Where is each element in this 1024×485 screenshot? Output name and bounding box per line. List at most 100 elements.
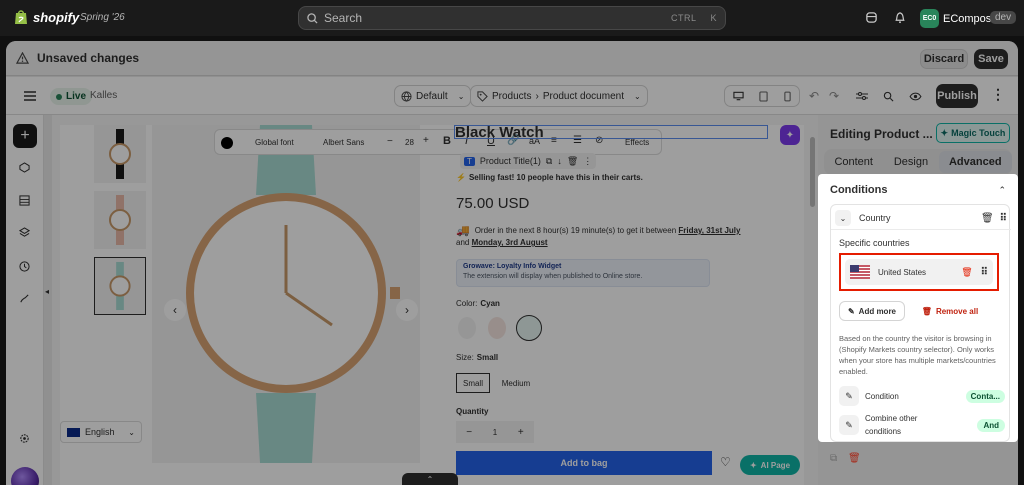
- magic-touch-label: Magic Touch: [951, 128, 1006, 138]
- chevron-up-icon[interactable]: ⌃: [998, 185, 1006, 196]
- chevron-down-icon: ⌄: [457, 91, 465, 101]
- inspect-icon[interactable]: [883, 91, 894, 102]
- history-icon[interactable]: [19, 261, 30, 272]
- footer-copy-icon[interactable]: ⧉: [830, 453, 837, 464]
- uk-flag-icon: [67, 427, 80, 437]
- redo-icon[interactable]: ↷: [829, 89, 839, 103]
- sliders-icon[interactable]: [855, 91, 868, 101]
- swatch-pink[interactable]: [488, 317, 506, 339]
- trash-icon[interactable]: 🗑: [981, 213, 994, 224]
- move-down-icon[interactable]: ↓: [557, 156, 562, 166]
- add-element-button[interactable]: +: [13, 124, 37, 148]
- tablet-icon[interactable]: [759, 90, 769, 102]
- page-breadcrumb-dropdown[interactable]: Products › Product document ⌄: [470, 85, 648, 107]
- wishlist-heart-icon[interactable]: ♡: [720, 455, 731, 469]
- global-font-selector[interactable]: Global font: [255, 138, 294, 147]
- font-size-value[interactable]: 28: [405, 138, 414, 147]
- text-color-swatch[interactable]: [221, 137, 233, 149]
- element-label[interactable]: Product Title(1): [480, 156, 541, 166]
- eye-icon[interactable]: [909, 92, 922, 101]
- plus-icon[interactable]: +: [518, 427, 524, 438]
- condition-badge[interactable]: Conta...: [965, 389, 1005, 403]
- next-image-button[interactable]: ›: [396, 299, 418, 321]
- shopify-logo[interactable]: shopify: [14, 9, 79, 25]
- prev-image-button[interactable]: ‹: [164, 299, 186, 321]
- combine-conditions-row[interactable]: ✎ Combine other conditions And: [839, 411, 1005, 439]
- thumbnail-cyan-watch[interactable]: [94, 257, 146, 315]
- country-condition-header[interactable]: ⌄ Country 🗑 ⠿: [835, 208, 1007, 228]
- layout-icon[interactable]: [19, 195, 30, 206]
- loyalty-subtitle: The extension will display when publishe…: [463, 273, 643, 280]
- footer-delete-icon[interactable]: 🗑: [848, 453, 861, 464]
- main-product-image[interactable]: [152, 125, 420, 463]
- brush-icon[interactable]: [19, 293, 30, 304]
- expand-bottom-panel[interactable]: ⌃: [402, 473, 458, 485]
- thumbnail-pink-watch[interactable]: [94, 191, 146, 249]
- remove-all-button[interactable]: 🗑 Remove all: [917, 301, 983, 321]
- product-title-element[interactable]: Black Watch: [454, 125, 768, 139]
- us-flag-icon: [850, 265, 870, 279]
- globe-icon: [401, 90, 412, 102]
- product-title[interactable]: Black Watch: [455, 126, 544, 138]
- bold-icon[interactable]: B: [443, 135, 451, 147]
- font-family-selector[interactable]: Albert Sans: [323, 138, 364, 147]
- ai-edit-button[interactable]: ✦: [780, 125, 800, 145]
- tab-advanced[interactable]: Advanced: [938, 151, 1012, 173]
- swatch-black[interactable]: [458, 317, 476, 339]
- quantity-stepper[interactable]: − 1 +: [456, 421, 534, 443]
- trash-icon[interactable]: 🗑: [567, 156, 578, 167]
- search-input[interactable]: Search CTRL K: [298, 6, 726, 30]
- save-button[interactable]: Save: [974, 49, 1008, 69]
- sections-icon[interactable]: [19, 162, 30, 173]
- left-sidebar: +: [6, 115, 44, 485]
- default-dropdown[interactable]: Default ⌄: [394, 85, 472, 107]
- thumbnail-black-watch[interactable]: [94, 125, 146, 183]
- duplicate-icon[interactable]: ⧉: [546, 156, 552, 167]
- magic-touch-button[interactable]: ✦ Magic Touch: [936, 123, 1010, 143]
- undo-icon[interactable]: ↶: [809, 89, 819, 103]
- tab-design[interactable]: Design: [884, 151, 938, 173]
- live-badge: Live: [50, 88, 93, 105]
- add-to-bag-button[interactable]: Add to bag: [456, 451, 712, 475]
- canvas-scrollbar[interactable]: [810, 137, 815, 207]
- combine-badge[interactable]: And: [977, 418, 1005, 432]
- mobile-icon[interactable]: [784, 91, 791, 102]
- trash-icon[interactable]: 🗑: [961, 267, 972, 278]
- tab-content[interactable]: Content: [824, 151, 883, 173]
- decrease-size-icon[interactable]: −: [387, 136, 393, 147]
- store-icon[interactable]: [865, 11, 878, 24]
- effects-button[interactable]: Effects: [625, 138, 649, 147]
- size-label: Size:: [456, 353, 474, 362]
- notification-bell[interactable]: [894, 11, 906, 24]
- layers-icon[interactable]: [19, 227, 30, 238]
- size-medium-button[interactable]: Medium: [494, 373, 538, 393]
- size-small-button[interactable]: Small: [456, 373, 490, 393]
- publish-button[interactable]: Publish: [936, 84, 978, 108]
- chevron-down-icon[interactable]: ⌄: [835, 210, 851, 226]
- editor-toolbar: Live Kalles Default ⌄ Products › Product…: [6, 77, 1018, 115]
- ai-page-button[interactable]: ✦ AI Page: [740, 455, 800, 475]
- discard-button[interactable]: Discard: [920, 49, 968, 69]
- settings-icon[interactable]: [19, 433, 30, 444]
- quantity-value[interactable]: 1: [493, 428, 497, 437]
- conditions-header[interactable]: Conditions ⌃: [830, 180, 1006, 200]
- increase-size-icon[interactable]: +: [423, 135, 429, 146]
- language-selector[interactable]: English ⌄: [60, 421, 142, 443]
- more-options-icon[interactable]: ⋮: [991, 86, 1005, 103]
- desktop-icon[interactable]: [733, 91, 744, 101]
- minus-icon[interactable]: −: [466, 427, 472, 438]
- avatar[interactable]: EC0: [920, 9, 939, 28]
- add-more-button[interactable]: ✎ Add more: [839, 301, 905, 321]
- country-item-highlight: United States 🗑 ⠿: [839, 253, 999, 291]
- condition-row[interactable]: ✎ Condition Conta...: [839, 385, 1005, 407]
- swatch-cyan[interactable]: [516, 315, 542, 341]
- edit-pencil-icon[interactable]: ✎: [839, 415, 859, 435]
- drag-handle-icon[interactable]: ⠿: [981, 267, 988, 278]
- edit-pencil-icon[interactable]: ✎: [839, 386, 859, 406]
- country-item-united-states[interactable]: United States 🗑 ⠿: [845, 259, 993, 285]
- collapse-arrow-icon[interactable]: ◂: [45, 287, 49, 296]
- menu-button[interactable]: [20, 86, 40, 106]
- more-options-icon[interactable]: ⋮: [583, 156, 592, 167]
- drag-handle-icon[interactable]: ⠿: [1000, 213, 1007, 224]
- ai-assistant-orb-icon[interactable]: [11, 467, 39, 485]
